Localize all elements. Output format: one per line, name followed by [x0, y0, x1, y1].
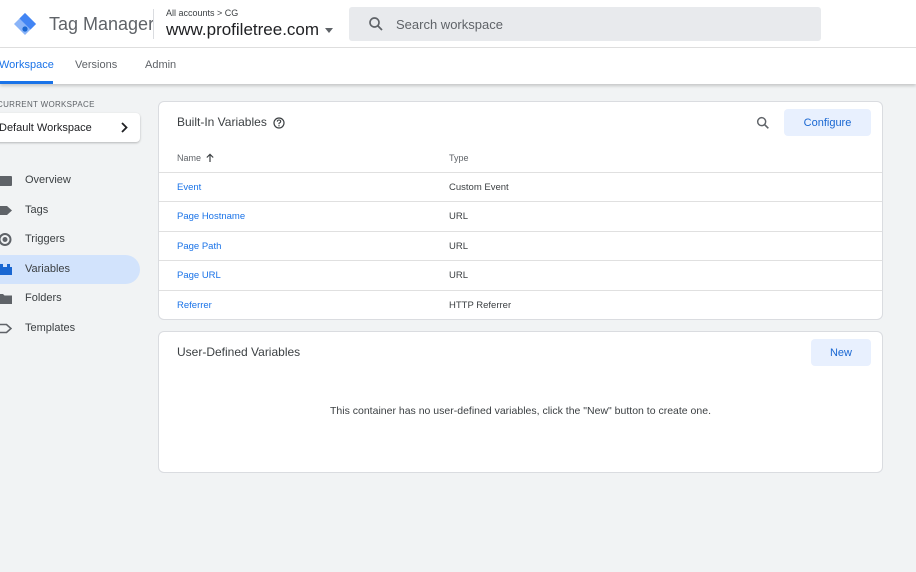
configure-button[interactable]: Configure	[784, 109, 871, 136]
sidebar-item-label: Triggers	[25, 233, 65, 245]
sidebar-item-tags[interactable]: Tags	[0, 196, 140, 225]
user-defined-variables-card: User-Defined Variables New This containe…	[158, 331, 883, 473]
app-header: Tag Manager All accounts > CG www.profil…	[0, 0, 916, 48]
sidebar-item-triggers[interactable]: Triggers	[0, 225, 140, 254]
header-divider	[153, 9, 154, 39]
folder-icon	[0, 294, 12, 304]
sidebar-item-templates[interactable]: Templates	[0, 314, 140, 343]
builtin-variables-title: Built-In Variables	[177, 115, 267, 129]
sidebar-item-label: Variables	[25, 263, 71, 275]
column-header-name[interactable]: Name	[177, 153, 201, 163]
variable-type: URL	[449, 211, 469, 222]
workspace-selector[interactable]: Default Workspace	[0, 113, 140, 142]
workspace-name: Default Workspace	[0, 121, 92, 134]
variable-name-link[interactable]: Page Path	[177, 241, 221, 252]
container-name: www.profiletree.com	[166, 20, 320, 39]
builtin-variables-card: Built-In Variables Configure Name Type E…	[158, 101, 883, 320]
overview-icon	[0, 176, 12, 186]
table-row: Page Path URL	[159, 231, 882, 260]
variables-icon	[0, 264, 12, 275]
column-header-type: Type	[449, 153, 469, 163]
variable-type: URL	[449, 270, 469, 281]
tag-icon	[0, 206, 12, 215]
variable-type: URL	[449, 241, 469, 252]
variable-name-link[interactable]: Page URL	[177, 270, 221, 281]
new-variable-button[interactable]: New	[811, 339, 871, 366]
variable-type: Custom Event	[449, 182, 509, 193]
sidebar-item-label: Overview	[25, 174, 71, 186]
variable-type: HTTP Referrer	[449, 300, 512, 311]
workspace-search[interactable]	[349, 7, 821, 41]
sidebar-item-label: Folders	[25, 292, 62, 304]
tab-versions[interactable]: Versions	[75, 59, 117, 71]
current-workspace-label: CURRENT WORKSPACE	[0, 100, 95, 109]
help-icon[interactable]	[273, 117, 285, 129]
table-row: Page Hostname URL	[159, 201, 882, 230]
template-icon	[0, 323, 12, 334]
sidebar-item-overview[interactable]: Overview	[0, 166, 140, 195]
search-icon[interactable]	[755, 115, 771, 131]
product-name: Tag Manager	[49, 14, 155, 34]
table-row: Event Custom Event	[159, 172, 882, 201]
tab-workspace[interactable]: Workspace	[0, 59, 54, 71]
tag-manager-logo[interactable]	[14, 13, 36, 35]
table-row: Referrer HTTP Referrer	[159, 290, 882, 319]
sidebar-item-label: Templates	[25, 322, 76, 334]
arrow-up-icon[interactable]	[205, 153, 215, 163]
nav-tabs: Workspace Versions Admin	[0, 48, 916, 84]
search-input[interactable]	[396, 16, 796, 32]
container-picker[interactable]: www.profiletree.com	[166, 20, 334, 40]
variable-name-link[interactable]: Page Hostname	[177, 211, 245, 222]
tab-admin[interactable]: Admin	[145, 59, 176, 71]
user-defined-variables-title: User-Defined Variables	[177, 345, 301, 359]
trigger-icon	[0, 233, 12, 246]
sidebar-item-label: Tags	[25, 204, 49, 216]
sidebar-item-folders[interactable]: Folders	[0, 284, 140, 313]
sidebar-item-variables[interactable]: Variables	[0, 255, 140, 284]
active-tab-indicator	[0, 81, 53, 84]
account-breadcrumb[interactable]: All accounts > CG	[166, 8, 238, 18]
variable-name-link[interactable]: Referrer	[177, 300, 212, 311]
table-row: Page URL URL	[159, 260, 882, 289]
caret-down-icon	[325, 27, 334, 33]
empty-state-message: This container has no user-defined varia…	[330, 405, 711, 417]
chevron-right-icon	[121, 122, 128, 133]
variable-name-link[interactable]: Event	[177, 182, 201, 193]
search-icon	[369, 17, 383, 31]
